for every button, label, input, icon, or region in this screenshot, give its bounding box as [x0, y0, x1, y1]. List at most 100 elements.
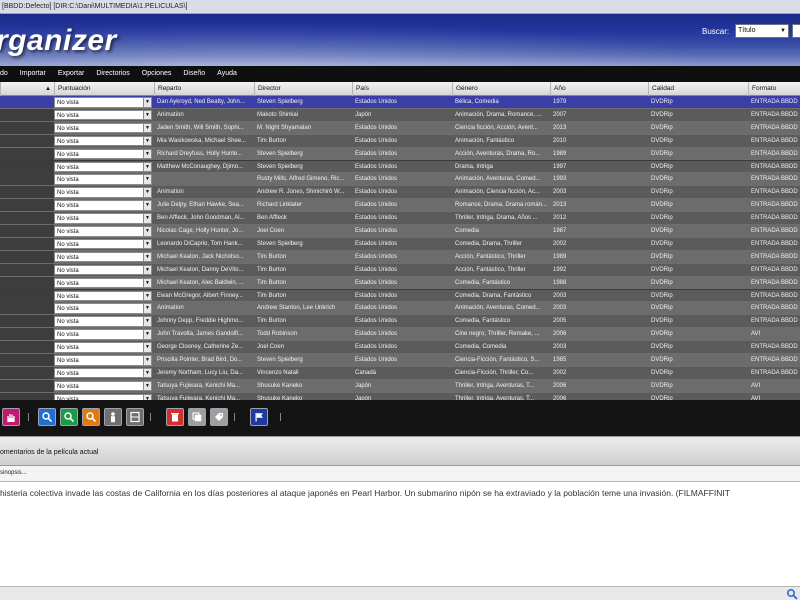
column-header-year[interactable]: Año [550, 82, 648, 96]
cell-row-header[interactable] [0, 366, 54, 379]
table-row[interactable]: No vista ▼ Animation Makoto Shinkai Japón Ani… [0, 108, 800, 122]
cell-row-header[interactable] [0, 96, 54, 108]
table-row[interactable]: No vista ▼ Matthew McConaughey, Djimo... St… [0, 160, 800, 174]
rating-select[interactable]: No vista ▼ [54, 187, 152, 198]
menu-item-export[interactable]: Exportar [52, 66, 90, 82]
cell-row-header[interactable] [0, 392, 54, 400]
column-header-lead[interactable]: ▲ [0, 82, 54, 96]
chevron-down-icon[interactable]: ▼ [143, 98, 151, 107]
rating-select[interactable]: No vista ▼ [54, 174, 152, 185]
column-header-genre[interactable]: Género [452, 82, 550, 96]
chevron-down-icon[interactable]: ▼ [143, 252, 151, 262]
table-row[interactable]: No vista ▼ Richard Dreyfuss, Holly Hunte..… [0, 147, 800, 161]
chevron-down-icon[interactable]: ▼ [143, 201, 151, 210]
rating-select[interactable]: No vista ▼ [54, 329, 152, 340]
column-header-director[interactable]: Director [254, 82, 352, 96]
menu-item-import[interactable]: Importar [14, 66, 52, 82]
table-row[interactable]: No vista ▼ Ben Affleck, John Goodman, Al..… [0, 212, 800, 225]
table-row[interactable]: No vista ▼ Rusty Mills, Alfred Gimeno, Ric… [0, 173, 800, 187]
cell-row-header[interactable] [0, 199, 54, 212]
menu-item-file[interactable]: do [0, 66, 14, 82]
cell-row-header[interactable] [0, 289, 54, 302]
table-row[interactable]: No vista ▼ Animation Andrew R. Jones, Shini… [0, 186, 800, 200]
search-icon[interactable] [786, 588, 798, 600]
table-row[interactable]: No vista ▼ Julie Delpy, Ethan Hawke, Sea..… [0, 199, 800, 213]
table-row[interactable]: No vista ▼ Dan Aykroyd, Ned Beatty, John..… [0, 96, 800, 109]
cell-row-header[interactable] [0, 147, 54, 160]
cell-row-header[interactable] [0, 328, 54, 341]
rating-select[interactable]: No vista ▼ [54, 238, 152, 250]
chevron-down-icon[interactable]: ▼ [143, 162, 151, 172]
toolbar-button-flag[interactable] [250, 408, 268, 426]
cell-row-header[interactable] [0, 276, 54, 289]
table-row[interactable]: No vista ▼ Jeremy Northam, Lucy Liu, Da...… [0, 366, 800, 380]
rating-select[interactable]: No vista ▼ [54, 122, 152, 134]
table-row[interactable]: No vista ▼ Michael Keaton, Danny DeVito...… [0, 263, 800, 277]
table-row[interactable]: No vista ▼ Leonardo DiCaprio, Tom Hank... S… [0, 237, 800, 251]
chevron-down-icon[interactable]: ▼ [143, 149, 151, 159]
rating-select[interactable]: No vista ▼ [54, 213, 152, 224]
chevron-down-icon[interactable]: ▼ [143, 136, 151, 146]
chevron-down-icon[interactable]: ▼ [143, 304, 151, 313]
chevron-down-icon[interactable]: ▼ [143, 227, 151, 236]
cell-row-header[interactable] [0, 250, 54, 263]
cell-row-header[interactable] [0, 315, 54, 328]
cell-row-header[interactable] [0, 302, 54, 315]
cell-row-header[interactable] [0, 186, 54, 199]
chevron-down-icon[interactable]: ▼ [143, 123, 151, 133]
rating-select[interactable]: No vista ▼ [54, 161, 152, 172]
rating-select[interactable]: No vista ▼ [54, 148, 152, 160]
table-row[interactable]: No vista ▼ Nicolas Cage, Holly Hunter, Jo.… [0, 225, 800, 238]
cell-row-header[interactable] [0, 212, 54, 225]
chevron-down-icon[interactable]: ▼ [143, 330, 151, 339]
toolbar-button-search-orange[interactable] [82, 408, 100, 426]
toolbar-button-search[interactable] [38, 408, 56, 426]
menu-item-directories[interactable]: Directorios [90, 66, 135, 82]
cell-row-header[interactable] [0, 121, 54, 134]
rating-select[interactable]: No vista ▼ [54, 109, 152, 121]
toolbar-button-person[interactable] [104, 408, 122, 426]
rating-select[interactable]: No vista ▼ [54, 290, 152, 301]
table-row[interactable]: No vista ▼ Jaden Smith, Will Smith, Sophi.… [0, 121, 800, 135]
rating-select[interactable]: No vista ▼ [54, 342, 152, 353]
toolbar-button-film[interactable] [126, 408, 144, 426]
table-row[interactable]: No vista ▼ Animation Andrew Stanton, Lee Un… [0, 302, 800, 316]
chevron-down-icon[interactable]: ▼ [143, 239, 151, 249]
table-row[interactable]: No vista ▼ George Clooney, Catherine Ze...… [0, 341, 800, 354]
chevron-down-icon[interactable]: ▼ [143, 291, 151, 301]
rating-select[interactable]: No vista ▼ [54, 316, 152, 327]
rating-select[interactable]: No vista ▼ [54, 367, 152, 379]
table-row[interactable]: No vista ▼ Michael Keaton, Alec Baldwin, .… [0, 276, 800, 290]
rating-select[interactable]: No vista ▼ [54, 135, 152, 147]
column-header-format[interactable]: Formato [748, 82, 800, 96]
table-row[interactable]: No vista ▼ Johnny Depp, Freddie Highmo... T… [0, 315, 800, 329]
rating-select[interactable]: No vista ▼ [54, 303, 152, 314]
rating-select[interactable]: No vista ▼ [54, 200, 152, 211]
rating-select[interactable]: No vista ▼ [54, 380, 152, 392]
rating-select[interactable]: No vista ▼ [54, 251, 152, 263]
chevron-down-icon[interactable]: ▼ [143, 188, 151, 197]
rating-select[interactable]: No vista ▼ [54, 264, 152, 276]
toolbar-button-search-green[interactable] [60, 408, 78, 426]
chevron-down-icon[interactable]: ▼ [143, 381, 151, 391]
table-row[interactable]: No vista ▼ Michael Keaton, Jack Nicholso..… [0, 250, 800, 264]
column-header-rating[interactable]: Puntuación [54, 82, 154, 96]
chevron-down-icon[interactable]: ▼ [143, 265, 151, 275]
chevron-down-icon[interactable]: ▼ [143, 110, 151, 120]
menu-item-help[interactable]: Ayuda [211, 66, 243, 82]
cell-row-header[interactable] [0, 237, 54, 250]
cell-row-header[interactable] [0, 354, 54, 366]
rating-select[interactable]: No vista ▼ [54, 226, 152, 237]
cell-row-header[interactable] [0, 108, 54, 121]
toolbar-button-trash[interactable] [166, 408, 184, 426]
rating-select[interactable]: No vista ▼ [54, 355, 152, 366]
chevron-down-icon[interactable]: ▼ [143, 175, 151, 184]
toolbar-button-hand[interactable] [2, 408, 20, 426]
cell-row-header[interactable] [0, 379, 54, 392]
chevron-down-icon[interactable]: ▼ [143, 278, 151, 288]
chevron-down-icon[interactable]: ▼ [143, 356, 151, 365]
table-row[interactable]: No vista ▼ Mia Wasikowska, Michael Shee...… [0, 134, 800, 148]
chevron-down-icon[interactable]: ▼ [143, 343, 151, 352]
cell-row-header[interactable] [0, 341, 54, 354]
rating-select[interactable]: No vista ▼ [54, 277, 152, 289]
